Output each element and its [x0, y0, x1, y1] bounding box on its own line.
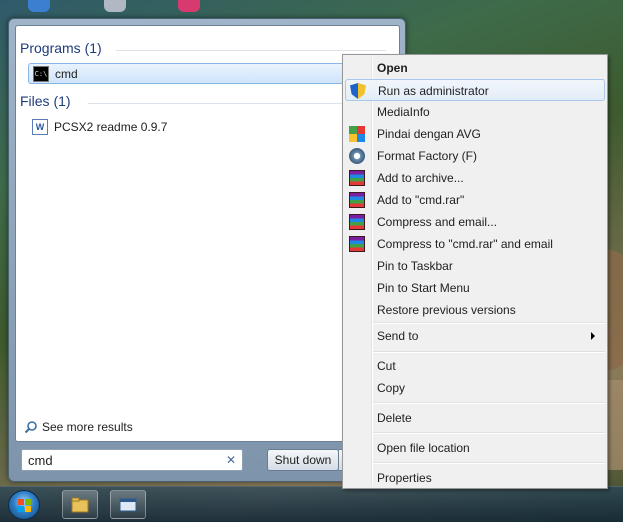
- programs-group-header[interactable]: Programs (1): [20, 40, 102, 56]
- context-menu: Open Run as administrator MediaInfo Pind…: [342, 54, 608, 489]
- submenu-arrow-icon: [591, 332, 595, 340]
- menu-item-label: Open file location: [377, 441, 470, 455]
- menu-item-properties[interactable]: Properties: [345, 467, 605, 489]
- menu-item-add-to-archive[interactable]: Add to archive...: [345, 167, 605, 189]
- menu-item-label: Add to "cmd.rar": [377, 193, 465, 207]
- desktop-icon-partial[interactable]: [28, 0, 50, 12]
- windows-logo-green: [25, 499, 31, 505]
- result-item-cmd[interactable]: C:\ cmd: [28, 63, 358, 84]
- menu-item-open-file-location[interactable]: Open file location: [345, 437, 605, 459]
- avg-icon: [349, 126, 365, 142]
- files-group-header[interactable]: Files (1): [20, 93, 71, 109]
- menu-item-label: Pin to Start Menu: [377, 281, 470, 295]
- search-icon: [24, 421, 37, 434]
- result-item-pcsx2-readme[interactable]: W PCSX2 readme 0.9.7: [28, 116, 358, 137]
- menu-item-run-as-administrator[interactable]: Run as administrator: [345, 79, 605, 101]
- taskbar-window-button[interactable]: [110, 490, 146, 519]
- menu-item-restore-previous-versions[interactable]: Restore previous versions: [345, 299, 605, 321]
- result-item-label: cmd: [55, 66, 78, 81]
- uac-shield-icon: [350, 83, 366, 99]
- menu-item-label: Run as administrator: [378, 84, 489, 98]
- menu-separator: [373, 432, 605, 434]
- see-more-results-link[interactable]: See more results: [24, 420, 133, 434]
- menu-item-label: Properties: [377, 471, 432, 485]
- format-factory-icon: [349, 148, 365, 164]
- desktop-icon-partial[interactable]: [104, 0, 126, 12]
- group-divider: [116, 50, 386, 51]
- menu-item-cut[interactable]: Cut: [345, 355, 605, 377]
- menu-item-pin-to-taskbar[interactable]: Pin to Taskbar: [345, 255, 605, 277]
- window-icon: [119, 498, 137, 511]
- menu-item-label: Delete: [377, 411, 412, 425]
- winrar-icon: [349, 214, 365, 230]
- menu-item-add-to-cmd-rar[interactable]: Add to "cmd.rar": [345, 189, 605, 211]
- menu-item-label: Add to archive...: [377, 171, 464, 185]
- menu-separator: [373, 402, 605, 404]
- menu-item-delete[interactable]: Delete: [345, 407, 605, 429]
- menu-item-label: Compress and email...: [377, 215, 498, 229]
- start-search-input[interactable]: cmd ✕: [21, 449, 243, 471]
- menu-item-scan-avg[interactable]: Pindai dengan AVG: [345, 123, 605, 145]
- desktop-icon-partial[interactable]: [178, 0, 200, 12]
- shut-down-button[interactable]: Shut down: [267, 449, 339, 471]
- clear-search-icon[interactable]: ✕: [226, 453, 236, 467]
- menu-item-compress-and-email[interactable]: Compress and email...: [345, 211, 605, 233]
- start-button[interactable]: [8, 490, 40, 520]
- see-more-label: See more results: [42, 420, 133, 434]
- menu-separator: [373, 322, 605, 324]
- winrar-icon: [349, 192, 365, 208]
- menu-item-label: Cut: [377, 359, 396, 373]
- menu-item-pin-to-start-menu[interactable]: Pin to Start Menu: [345, 277, 605, 299]
- word-document-icon: W: [32, 118, 48, 135]
- menu-item-compress-to-cmd-rar-and-email[interactable]: Compress to "cmd.rar" and email: [345, 233, 605, 255]
- menu-item-copy[interactable]: Copy: [345, 377, 605, 399]
- menu-item-label: Compress to "cmd.rar" and email: [377, 237, 553, 251]
- menu-item-label: Copy: [377, 381, 406, 395]
- windows-logo-yellow: [25, 506, 31, 512]
- menu-separator: [373, 351, 605, 353]
- windows-logo-blue: [18, 506, 24, 512]
- menu-item-label: Pin to Taskbar: [377, 259, 453, 273]
- winrar-icon: [349, 170, 365, 186]
- menu-separator: [373, 462, 605, 464]
- menu-item-label: MediaInfo: [377, 105, 430, 119]
- folder-icon: [71, 497, 89, 512]
- menu-item-label: Pindai dengan AVG: [377, 127, 481, 141]
- menu-item-label: Restore previous versions: [377, 303, 516, 317]
- menu-item-mediainfo[interactable]: MediaInfo: [345, 101, 605, 123]
- menu-item-label: Open: [377, 61, 408, 75]
- winrar-icon: [349, 236, 365, 252]
- menu-item-format-factory[interactable]: Format Factory (F): [345, 145, 605, 167]
- windows-logo-red: [18, 499, 24, 505]
- menu-item-label: Send to: [377, 329, 419, 343]
- result-item-label: PCSX2 readme 0.9.7: [54, 119, 168, 134]
- cmd-icon: C:\: [33, 65, 49, 82]
- menu-item-send-to[interactable]: Send to: [345, 325, 605, 347]
- menu-item-open[interactable]: Open: [345, 57, 605, 79]
- search-input-value: cmd: [28, 452, 53, 468]
- taskbar-explorer-button[interactable]: [62, 490, 98, 519]
- menu-item-label: Format Factory (F): [377, 149, 478, 163]
